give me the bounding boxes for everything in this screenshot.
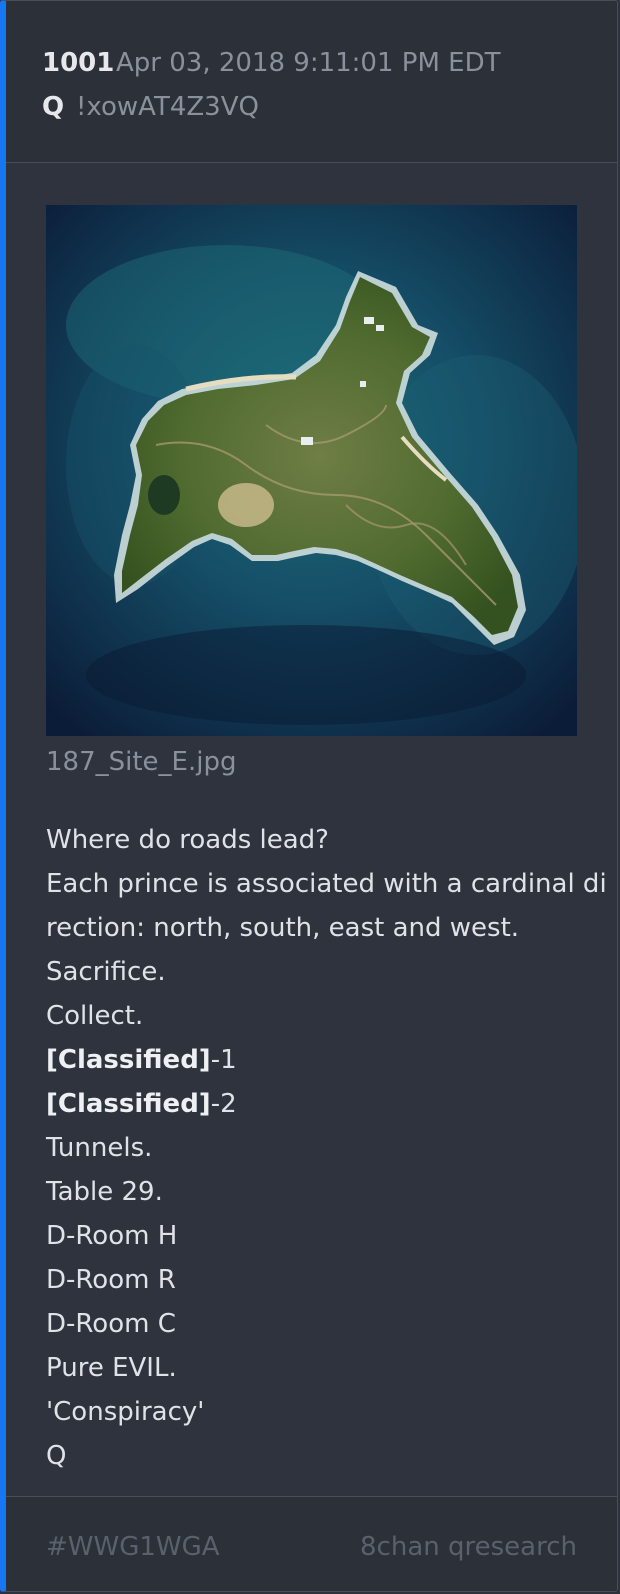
classified-suffix: -2 (210, 1089, 237, 1119)
classified-suffix: -1 (210, 1045, 237, 1075)
post-line: rection: north, south, east and west. (46, 913, 520, 943)
post-line: Where do roads lead? (46, 825, 329, 855)
post-tripcode: !xowAT4Z3VQ (76, 92, 259, 122)
post-line: 'Conspiracy' (46, 1397, 205, 1427)
post-line: D-Room C (46, 1309, 176, 1339)
post-line: Collect. (46, 1001, 144, 1031)
post-line: Table 29. (46, 1177, 163, 1207)
image-filename[interactable]: 187_Site_E.jpg (46, 747, 236, 777)
post-line: [Classified]-2 (46, 1082, 586, 1126)
post-line: Pure EVIL. (46, 1353, 177, 1383)
classified-label: [Classified] (46, 1045, 211, 1075)
classified-label: [Classified] (46, 1089, 211, 1119)
post-author: Q (42, 92, 65, 122)
post-number[interactable]: 1001 (42, 48, 114, 78)
post-line: D-Room R (46, 1265, 176, 1295)
post-timestamp: Apr 03, 2018 9:11:01 PM EDT (116, 48, 501, 78)
post-image[interactable] (46, 205, 577, 736)
board-name[interactable]: 8chan qresearch (360, 1532, 577, 1562)
post-footer: #WWG1WGA 8chan qresearch (6, 1496, 617, 1591)
post-body: Where do roads lead? Each prince is assoc… (46, 818, 607, 1478)
post-line: Tunnels. (46, 1133, 153, 1163)
post-line: D-Room H (46, 1221, 178, 1251)
post-line: Q (46, 1441, 67, 1471)
post-header: 1001 Apr 03, 2018 9:11:01 PM EDT Q !xowA… (6, 1, 617, 163)
post-line: Each prince is associated with a cardina… (46, 869, 607, 899)
post-card: 1001 Apr 03, 2018 9:11:01 PM EDT Q !xowA… (0, 0, 618, 1592)
hashtag: #WWG1WGA (46, 1532, 220, 1562)
post-line: Sacrifice. (46, 957, 166, 987)
post-line: [Classified]-1 (46, 1038, 586, 1082)
